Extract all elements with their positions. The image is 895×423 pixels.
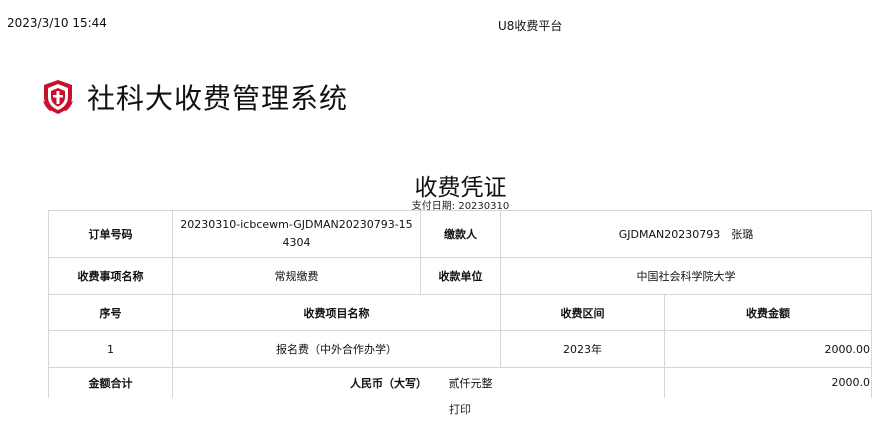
print-button[interactable]: 打印: [449, 401, 471, 417]
order-no-label: 订单号码: [48, 210, 173, 258]
brand-header: 社科大收费管理系统: [41, 77, 348, 117]
platform-name: U8收费平台: [498, 19, 563, 33]
fee-amount-header: 收费金额: [663, 294, 873, 331]
system-title: 社科大收费管理系统: [87, 82, 349, 115]
total-row: 金额合计 人民币（大写） 贰仟元整 2000.0: [48, 367, 873, 398]
item-name-label: 收费事项名称: [48, 257, 173, 295]
payee-unit-label: 收款单位: [420, 257, 501, 295]
row-fee-name: 报名费（中外合作办学）: [172, 330, 501, 368]
row-fee-amount: 2000.00: [663, 330, 873, 368]
order-row: 订单号码 20230310-icbcewm-GJDMAN20230793-154…: [48, 210, 873, 258]
rmb-upper-label: 人民币（大写）: [350, 376, 427, 390]
item-name-value: 常规缴费: [172, 257, 421, 295]
fee-item-name-header: 收费项目名称: [172, 294, 501, 331]
total-amount: 2000.0: [663, 367, 873, 398]
table-header-row: 序号 收费项目名称 收费区间 收费金额: [48, 294, 873, 331]
order-no-value: 20230310-icbcewm-GJDMAN20230793-154304: [172, 210, 421, 258]
payee-unit-value: 中国社会科学院大学: [499, 257, 873, 295]
fee-period-header: 收费区间: [500, 294, 665, 331]
payer-value: GJDMAN20230793 张璐: [499, 210, 873, 258]
total-label: 金额合计: [48, 367, 173, 398]
voucher-table: 订单号码 20230310-icbcewm-GJDMAN20230793-154…: [48, 210, 873, 398]
row-fee-period: 2023年: [500, 330, 665, 368]
table-row: 1 报名费（中外合作办学） 2023年 2000.00: [48, 330, 873, 368]
total-upper-value: 贰仟元整: [448, 376, 493, 390]
print-timestamp: 2023/3/10 15:44: [7, 16, 107, 30]
seq-header: 序号: [48, 294, 173, 331]
total-upper-cell: 人民币（大写） 贰仟元整: [172, 367, 665, 398]
item-row: 收费事项名称 常规缴费 收款单位 中国社会科学院大学: [48, 257, 873, 295]
payer-label: 缴款人: [420, 210, 501, 258]
university-logo-icon: [41, 79, 75, 115]
row-seq: 1: [48, 330, 173, 368]
